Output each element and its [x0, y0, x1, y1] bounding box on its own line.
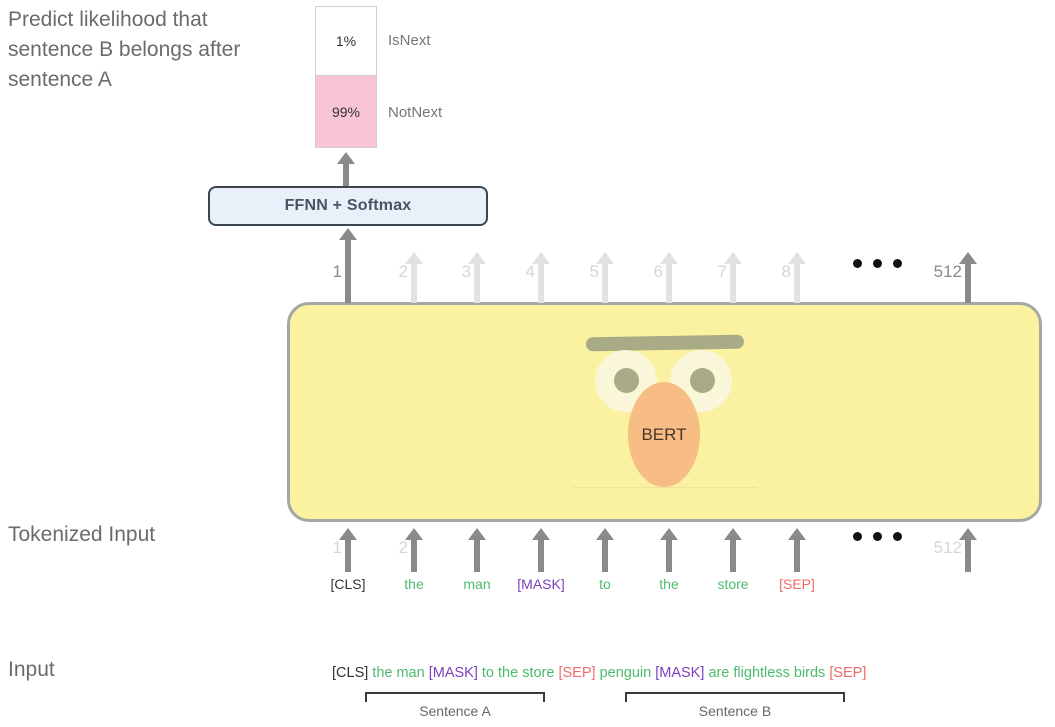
sentence-bracket-label-2: Sentence B [698, 703, 772, 719]
sentence-bracket-1 [365, 692, 545, 702]
sentence-bracket-2 [625, 692, 845, 702]
sentence-bracket-layer: Sentence A Sentence B [0, 0, 1055, 727]
sentence-bracket-label-1: Sentence A [419, 703, 491, 719]
